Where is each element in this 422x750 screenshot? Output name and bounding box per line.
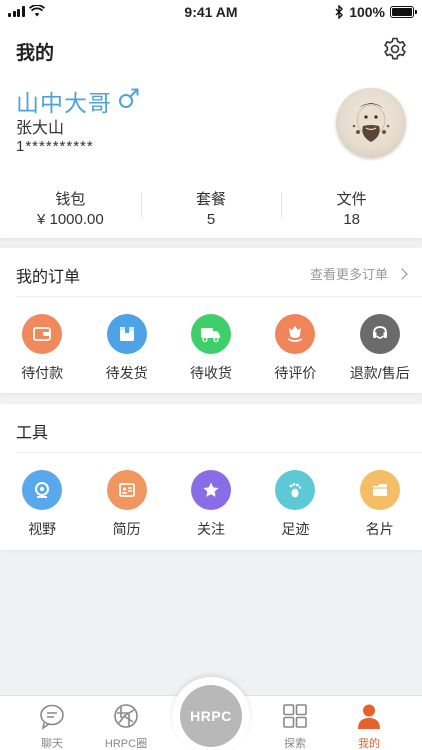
order-item-label: 待付款 [21,365,64,381]
order-pending-review[interactable]: 待评价 [253,314,337,383]
profile-phone: 1********** [16,138,94,155]
footprint-icon [275,470,316,510]
chevron-right-icon [396,267,408,280]
camera-icon [22,470,63,510]
flower-icon [275,314,316,354]
star-icon [190,470,231,510]
tab-explore[interactable]: 探索 [265,702,325,750]
hrpc-logo: HRPC [180,685,242,747]
stat-label: 钱包 [55,191,86,208]
truck-icon [190,314,231,354]
user-icon [358,704,380,729]
orders-title: 我的订单 [16,269,81,286]
tool-business-card[interactable]: 名片 [338,470,422,539]
view-more-orders-link[interactable]: 查看更多订单 [309,264,408,283]
order-item-label: 待发货 [105,365,148,381]
tool-item-label: 简历 [112,521,141,537]
status-bar: 9:41 AM 100% [0,0,422,24]
tools-card: 工具 视野 简历 关注 足迹 名片 [0,404,422,550]
wallet-icon [22,314,63,354]
card-icon [359,470,400,510]
stat-value: ¥ 1000.00 [36,211,104,228]
grid-icon [283,704,307,728]
tool-follow[interactable]: 关注 [169,470,253,539]
stat-wallet[interactable]: 钱包 ¥ 1000.00 [0,182,141,232]
profile-card: 山中大哥 张大山 1********** 钱包 ¥ 1000.00 套餐 5 文… [0,74,422,238]
tools-title: 工具 [16,425,49,442]
avatar-image [352,103,390,142]
battery-percent: 100% [349,4,385,20]
order-pending-receipt[interactable]: 待收货 [169,314,253,383]
stat-label: 套餐 [196,191,227,208]
tab-label: HRPC圈 [104,738,148,750]
order-pending-payment[interactable]: 待付款 [0,314,84,383]
stat-label: 文件 [336,191,367,208]
order-refund-aftersale[interactable]: 退款/售后 [338,314,422,383]
tab-me[interactable]: 我的 [339,702,399,750]
box-icon [106,314,147,354]
bluetooth-icon [335,5,344,19]
resume-icon [106,470,147,510]
avatar[interactable] [336,88,406,158]
stat-value: 18 [343,211,361,228]
order-item-label: 待收货 [189,365,232,381]
order-item-label: 待评价 [274,365,317,381]
battery-icon [390,6,417,18]
divider [16,452,422,453]
tool-footprint[interactable]: 足迹 [253,470,337,539]
tool-item-label: 足迹 [281,521,310,537]
tool-item-label: 视野 [28,521,57,537]
profile-stats: 钱包 ¥ 1000.00 套餐 5 文件 18 [0,182,422,232]
male-gender-icon [119,88,139,108]
order-pending-shipment[interactable]: 待发货 [84,314,168,383]
service-icon [359,314,400,354]
tab-label: 探索 [284,738,306,750]
header: 我的 [0,24,422,74]
gear-icon[interactable] [382,36,408,62]
tab-chat[interactable]: 聊天 [22,702,82,750]
tab-label: 我的 [358,738,380,750]
tool-view[interactable]: 视野 [0,470,84,539]
aperture-icon [114,704,138,728]
bottom-tab-bar: 聊天 HRPC圈 HRPC 探索 我的 [0,677,422,750]
divider [16,296,422,297]
hrpc-center-button[interactable]: HRPC [172,677,250,750]
view-more-orders-label: 查看更多订单 [309,267,388,282]
tab-label: 聊天 [41,738,63,750]
page-title: 我的 [16,43,55,64]
orders-card: 我的订单 查看更多订单 待付款 待发货 待收货 待评价 退款/售后 [0,248,422,393]
tab-hrpc-circle[interactable]: HRPC圈 [96,702,156,750]
stat-package[interactable]: 套餐 5 [140,182,282,232]
tool-resume[interactable]: 简历 [84,470,168,539]
order-item-label: 退款/售后 [349,365,410,381]
chat-icon [40,704,64,730]
profile-real-name: 张大山 [16,120,65,137]
tool-item-label: 名片 [365,521,394,537]
tool-item-label: 关注 [196,521,225,537]
profile-nickname: 山中大哥 [16,90,112,116]
stat-files[interactable]: 文件 18 [281,182,422,232]
stat-value: 5 [206,211,216,228]
